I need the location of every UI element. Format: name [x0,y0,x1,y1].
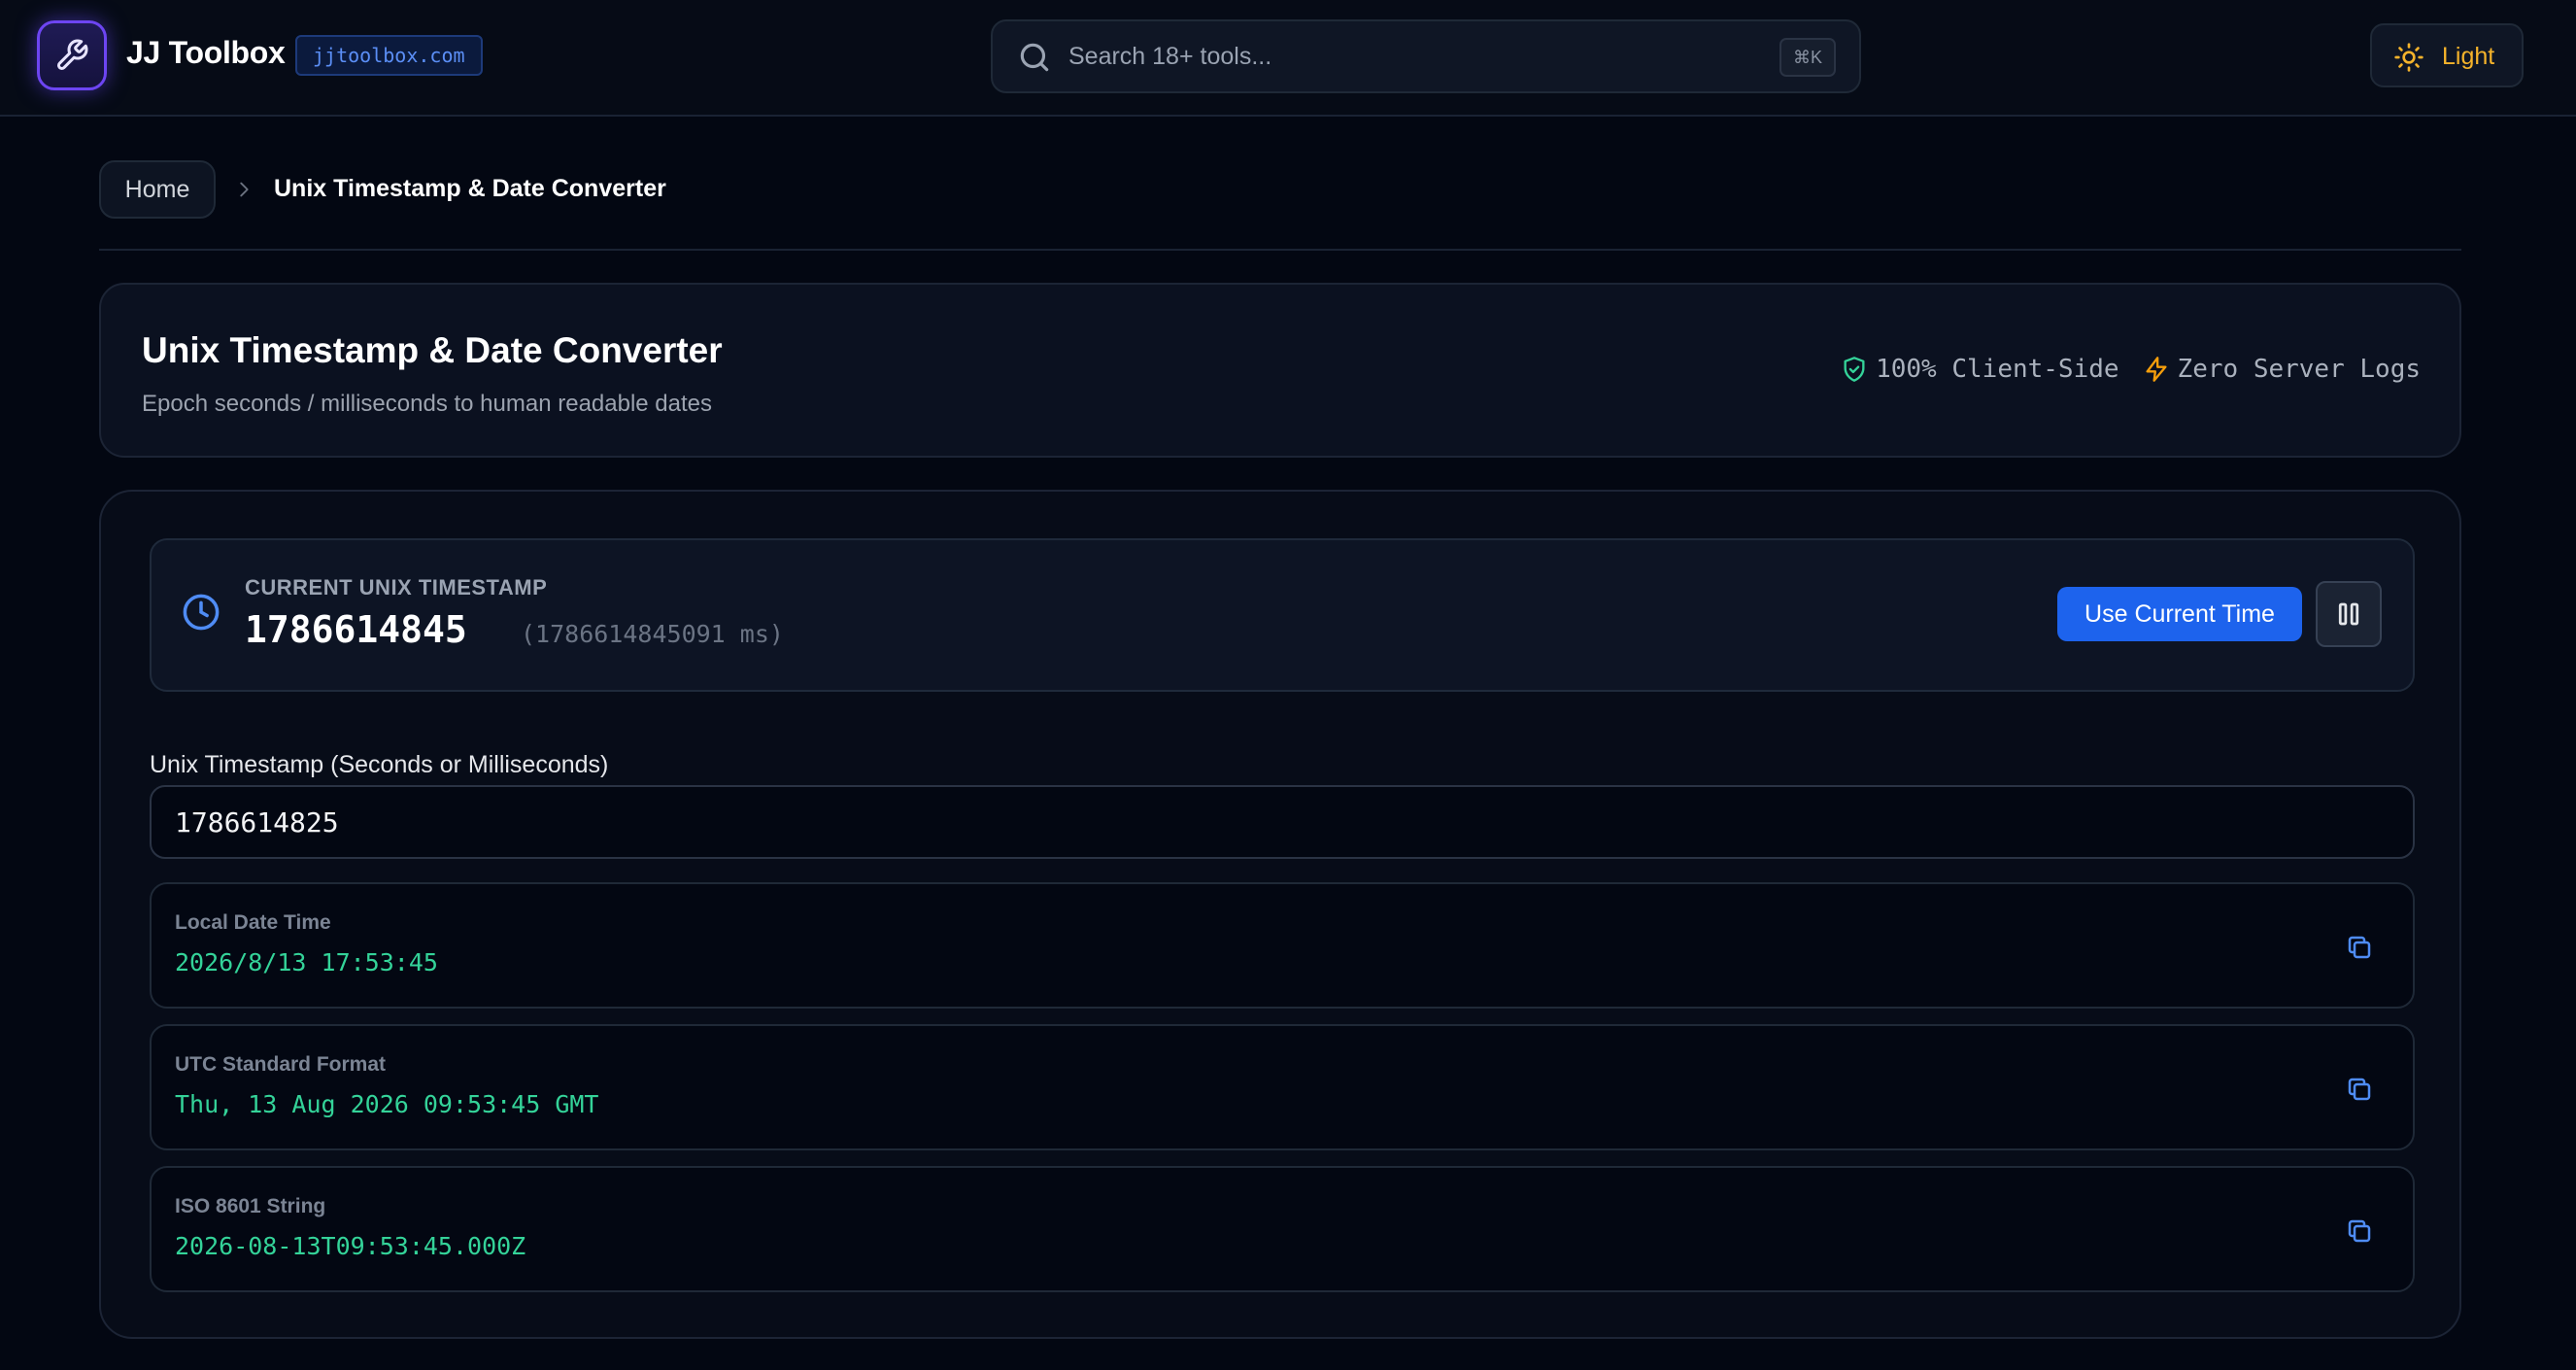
shield-check-icon [1844,357,1865,382]
timestamp-input-label: Unix Timestamp (Seconds or Milliseconds) [150,751,609,778]
client-side-badge: 100% Client-Side [1841,355,2119,384]
tool-header-card: Unix Timestamp & Date Converter Epoch se… [99,283,2461,458]
current-timestamp-seconds: 1786614845 [245,608,467,651]
copy-icon[interactable] [2345,1075,2374,1109]
sun-icon [2393,42,2424,78]
pause-icon [2338,602,2359,626]
page-subtitle: Epoch seconds / milliseconds to human re… [142,391,713,417]
result-utc-format: UTC Standard Format Thu, 13 Aug 2026 09:… [150,1024,2415,1150]
clock-icon [181,592,221,637]
copy-icon[interactable] [2345,933,2374,967]
converter-card: CURRENT UNIX TIMESTAMP 1786614845 (17866… [99,490,2461,1339]
logo[interactable] [37,20,107,90]
chevron-right-icon [233,179,254,205]
current-timestamp-panel: CURRENT UNIX TIMESTAMP 1786614845 (17866… [150,538,2415,692]
divider [99,249,2461,251]
client-side-label: 100% Client-Side [1876,355,2119,384]
result-label: UTC Standard Format [175,1053,387,1076]
privacy-badges: 100% Client-Side Zero Server Logs [1841,355,2421,384]
search-shortcut-badge: ⌘K [1779,38,1836,77]
result-value: 2026/8/13 17:53:45 [175,948,438,976]
breadcrumb-home[interactable]: Home [99,160,216,219]
no-logs-label: Zero Server Logs [2177,355,2421,384]
result-iso-8601: ISO 8601 String 2026-08-13T09:53:45.000Z [150,1166,2415,1292]
result-label: ISO 8601 String [175,1195,326,1217]
theme-toggle-button[interactable]: Light [2370,23,2524,87]
result-label: Local Date Time [175,911,331,934]
lightning-icon [2146,357,2167,382]
pause-button[interactable] [2316,581,2382,647]
result-value: 2026-08-13T09:53:45.000Z [175,1232,526,1260]
top-header: JJ Toolbox jjtoolbox.com Search 18+ tool… [0,0,2576,117]
use-current-time-button[interactable]: Use Current Time [2057,587,2302,641]
theme-toggle-label: Light [2442,43,2495,70]
search-placeholder[interactable]: Search 18+ tools... [1068,43,1271,71]
search-bar[interactable]: Search 18+ tools... ⌘K [991,19,1861,93]
wrench-icon [57,39,88,70]
result-local-datetime: Local Date Time 2026/8/13 17:53:45 [150,882,2415,1009]
timestamp-input[interactable] [150,785,2415,859]
breadcrumb-current: Unix Timestamp & Date Converter [274,175,666,202]
search-icon [1016,39,1053,81]
current-timestamp-label: CURRENT UNIX TIMESTAMP [245,575,548,599]
result-value: Thu, 13 Aug 2026 09:53:45 GMT [175,1090,599,1118]
page-title: Unix Timestamp & Date Converter [142,330,723,370]
no-logs-badge: Zero Server Logs [2143,355,2421,384]
copy-icon[interactable] [2345,1216,2374,1250]
domain-badge: jjtoolbox.com [295,35,483,76]
brand-name[interactable]: JJ Toolbox [126,35,286,71]
current-timestamp-ms: (1786614845091 ms) [521,620,784,648]
